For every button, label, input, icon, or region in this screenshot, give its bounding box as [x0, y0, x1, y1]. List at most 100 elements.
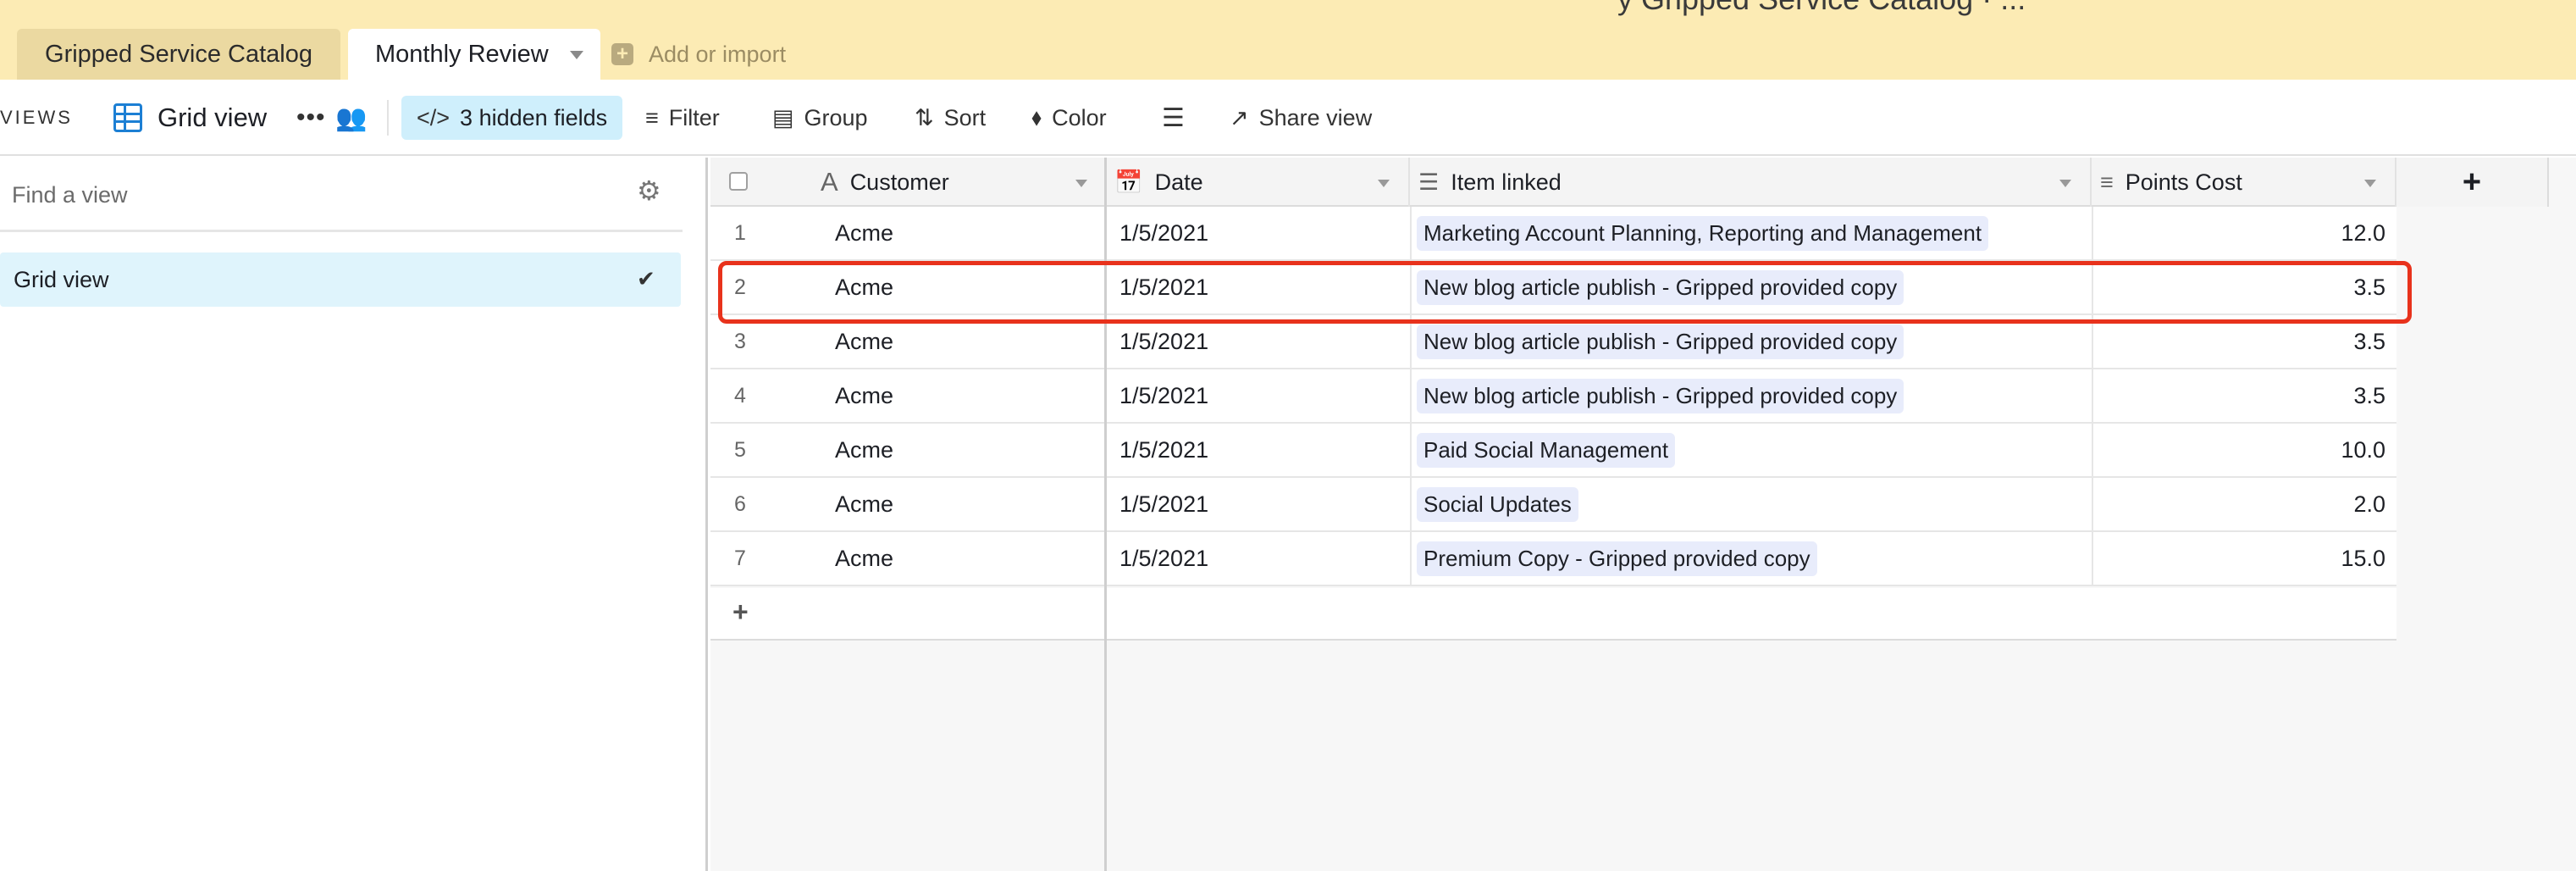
table-row[interactable]: 1 Acme 1/5/2021 Marketing Account Planning,… — [710, 207, 2396, 261]
chevron-down-icon[interactable] — [570, 51, 583, 59]
cell-points-cost[interactable]: 3.5 — [2099, 315, 2385, 368]
cell-date[interactable]: 1/5/2021 — [1119, 478, 1407, 530]
cell-item-linked[interactable]: Premium Copy - Gripped provided copy — [1417, 532, 2086, 585]
cell-item-linked[interactable]: Social Updates — [1417, 478, 2086, 530]
eye-slash-icon: </> — [417, 104, 451, 130]
table-row[interactable]: 6 Acme 1/5/2021 Social Updates 2.0 — [710, 478, 2396, 532]
cell-points-cost[interactable]: 12.0 — [2099, 207, 2385, 259]
linked-record-chip[interactable]: New blog article publish - Gripped provi… — [1417, 324, 1904, 359]
cell-customer[interactable]: Acme — [835, 478, 1097, 530]
table-row[interactable]: 3 Acme 1/5/2021 New blog article publish - … — [710, 315, 2396, 369]
lookup-field-icon: ≡ — [2100, 169, 2114, 195]
linked-record-chip[interactable]: Paid Social Management — [1417, 432, 1676, 468]
column-header-customer[interactable]: A Customer — [821, 158, 1106, 207]
linked-record-chip[interactable]: New blog article publish - Gripped provi… — [1417, 378, 1904, 413]
current-view-button[interactable]: Grid view — [113, 80, 267, 156]
cell-points-cost[interactable]: 3.5 — [2099, 261, 2385, 313]
cell-points-cost[interactable]: 2.0 — [2099, 478, 2385, 530]
data-grid: A Customer 📅 Date ☰ Item linked ≡ Points… — [710, 158, 2576, 871]
cell-item-linked[interactable]: Paid Social Management — [1417, 424, 2086, 476]
chevron-down-icon[interactable] — [1378, 180, 1390, 187]
row-number: 5 — [734, 437, 746, 462]
cell-date[interactable]: 1/5/2021 — [1119, 261, 1407, 313]
column-divider — [2092, 424, 2093, 478]
hide-fields-button[interactable]: </> 3 hidden fields — [401, 96, 623, 140]
cell-date[interactable]: 1/5/2021 — [1119, 207, 1407, 259]
table-row[interactable]: 4 Acme 1/5/2021 New blog article publish - … — [710, 369, 2396, 424]
row-number: 3 — [734, 329, 746, 353]
chevron-down-icon[interactable] — [1075, 180, 1087, 187]
color-button[interactable]: ⬧ Color — [1031, 80, 1107, 156]
tab-label: Monthly Review — [375, 40, 549, 68]
ellipsis-icon[interactable]: ••• — [296, 80, 326, 156]
cell-points-cost[interactable]: 15.0 — [2099, 532, 2385, 585]
check-icon: ✔ — [637, 266, 655, 291]
cell-date[interactable]: 1/5/2021 — [1119, 424, 1407, 476]
add-or-import-button[interactable]: + Add or import — [611, 29, 786, 80]
views-sidebar: ⚙ Grid view ✔ — [0, 158, 708, 871]
tab-monthly-review[interactable]: Monthly Review — [348, 29, 600, 80]
column-header-date[interactable]: 📅 Date — [1106, 158, 1410, 207]
share-view-button[interactable]: ↗ Share view — [1230, 80, 1372, 156]
cell-customer[interactable]: Acme — [835, 532, 1097, 585]
column-divider — [1410, 369, 1412, 424]
group-label: Group — [804, 104, 868, 130]
cell-customer[interactable]: Acme — [835, 315, 1097, 368]
sort-button[interactable]: ⇅ Sort — [915, 80, 986, 156]
row-number: 6 — [734, 491, 746, 516]
row-number: 4 — [734, 383, 746, 408]
cell-date[interactable]: 1/5/2021 — [1119, 532, 1407, 585]
linked-record-chip[interactable]: Premium Copy - Gripped provided copy — [1417, 541, 1817, 576]
linked-record-chip[interactable]: Marketing Account Planning, Reporting an… — [1417, 215, 1989, 251]
cell-customer[interactable]: Acme — [835, 424, 1097, 476]
filter-label: Filter — [668, 104, 720, 130]
column-divider — [1410, 261, 1412, 315]
cell-item-linked[interactable]: Marketing Account Planning, Reporting an… — [1417, 207, 2086, 259]
column-divider — [1410, 532, 1412, 586]
select-all-checkbox[interactable] — [729, 172, 748, 191]
text-field-icon: A — [821, 167, 838, 197]
column-header-item-linked[interactable]: ☰ Item linked — [1410, 158, 2092, 207]
cell-customer[interactable]: Acme — [835, 207, 1097, 259]
hide-fields-label: 3 hidden fields — [460, 104, 608, 130]
cell-points-cost[interactable]: 3.5 — [2099, 369, 2385, 422]
views-label[interactable]: VIEWS — [0, 80, 73, 156]
cell-date[interactable]: 1/5/2021 — [1119, 315, 1407, 368]
add-field-button[interactable]: + — [2396, 158, 2549, 207]
people-icon[interactable]: 👥 — [335, 80, 367, 156]
cell-points-cost[interactable]: 10.0 — [2099, 424, 2385, 476]
tab-gripped-service-catalog[interactable]: Gripped Service Catalog — [17, 29, 340, 80]
group-icon: ▤ — [772, 104, 794, 130]
cell-item-linked[interactable]: New blog article publish - Gripped provi… — [1417, 369, 2086, 422]
row-number: 7 — [734, 546, 746, 570]
row-number: 1 — [734, 220, 746, 245]
chevron-down-icon[interactable] — [2364, 180, 2376, 187]
color-label: Color — [1052, 104, 1107, 130]
table-row[interactable]: 7 Acme 1/5/2021 Premium Copy - Gripped prov… — [710, 532, 2396, 586]
table-row[interactable]: 2 Acme 1/5/2021 New blog article publish - … — [710, 261, 2396, 315]
linked-record-chip[interactable]: New blog article publish - Gripped provi… — [1417, 269, 1904, 305]
sidebar-item-grid-view[interactable]: Grid view ✔ — [0, 252, 681, 307]
table-row[interactable]: 5 Acme 1/5/2021 Paid Social Management 10.0 — [710, 424, 2396, 478]
link-field-icon: ☰ — [1418, 169, 1440, 195]
column-divider — [2092, 315, 2093, 369]
cell-item-linked[interactable]: New blog article publish - Gripped provi… — [1417, 315, 2086, 368]
row-height-icon[interactable]: ☰ — [1162, 80, 1185, 156]
filter-button[interactable]: ≡ Filter — [645, 80, 720, 156]
sort-icon: ⇅ — [915, 104, 934, 130]
filter-icon: ≡ — [645, 104, 659, 130]
add-record-row[interactable]: + — [710, 588, 2396, 641]
calendar-icon: 📅 — [1114, 169, 1143, 195]
gear-icon[interactable]: ⚙ — [637, 175, 661, 207]
column-divider — [2092, 207, 2093, 261]
group-button[interactable]: ▤ Group — [772, 80, 868, 156]
cell-item-linked[interactable]: New blog article publish - Gripped provi… — [1417, 261, 2086, 313]
find-view-input[interactable] — [12, 178, 605, 212]
chevron-down-icon[interactable] — [2059, 180, 2071, 187]
column-header-points-cost[interactable]: ≡ Points Cost — [2092, 158, 2396, 207]
cell-customer[interactable]: Acme — [835, 261, 1097, 313]
cell-customer[interactable]: Acme — [835, 369, 1097, 422]
cell-date[interactable]: 1/5/2021 — [1119, 369, 1407, 422]
column-divider — [1410, 478, 1412, 532]
linked-record-chip[interactable]: Social Updates — [1417, 486, 1578, 522]
